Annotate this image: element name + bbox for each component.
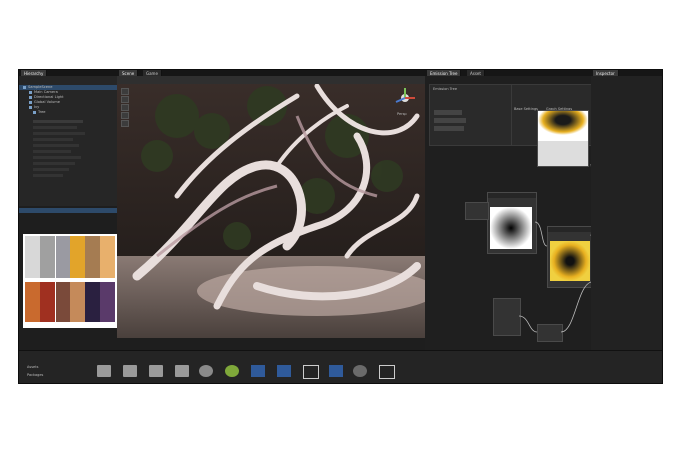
hierarchy-item[interactable]: Tree [33, 110, 46, 115]
rotate-tool-button[interactable] [121, 104, 129, 111]
gameobject-icon [29, 90, 32, 94]
packages-folder[interactable]: Packages [27, 373, 43, 377]
hierarchy-item-label: Ivy [34, 105, 40, 109]
hierarchy-item[interactable] [33, 144, 79, 147]
swatch[interactable] [40, 282, 55, 322]
swatch[interactable] [70, 282, 85, 322]
swatch[interactable] [85, 236, 100, 278]
shader-icon[interactable] [251, 365, 265, 377]
selected-row [19, 208, 117, 213]
hierarchy-item[interactable] [33, 126, 77, 129]
hierarchy-item[interactable] [33, 168, 69, 171]
material-icon[interactable] [353, 365, 367, 377]
scene-toolbar [117, 76, 425, 84]
hierarchy-item[interactable] [33, 156, 81, 159]
prefab-icon[interactable] [379, 365, 395, 379]
gameobject-icon [29, 95, 32, 99]
color-palette [23, 234, 117, 328]
hierarchy-item[interactable] [33, 138, 73, 141]
hierarchy-item-label: Global Volume [34, 100, 60, 104]
swatch[interactable] [85, 282, 100, 322]
swatch[interactable] [40, 236, 55, 278]
hierarchy-item[interactable] [33, 162, 75, 165]
hierarchy-item[interactable] [33, 132, 85, 135]
material-icon[interactable] [199, 365, 213, 377]
scene-gizmo-icon[interactable] [393, 86, 417, 110]
inspector-panel [591, 76, 662, 383]
gameobject-icon [29, 105, 32, 109]
folder-icon[interactable] [123, 365, 137, 377]
node-connections [518, 164, 591, 333]
folder-icon[interactable] [149, 365, 163, 377]
prefab-icon[interactable] [303, 365, 319, 379]
editor-window: Hierarchy Scene Game Emission Tree Asset… [18, 69, 663, 384]
persp-label[interactable]: Persp [397, 112, 407, 116]
project-panel: Assets Packages [19, 350, 662, 383]
swatch[interactable] [25, 282, 40, 322]
assets-folder[interactable]: Assets [27, 365, 38, 369]
hierarchy-item[interactable] [33, 174, 63, 177]
swatch[interactable] [56, 282, 70, 322]
gameobject-icon [33, 110, 36, 114]
swatch[interactable] [100, 282, 115, 322]
scene-render [117, 76, 425, 338]
gameobject-icon [29, 100, 32, 104]
shader-icon[interactable] [277, 365, 291, 377]
hierarchy-item-label: SampleScene [28, 85, 53, 89]
hand-tool-button[interactable] [121, 88, 129, 95]
scene-view[interactable] [117, 76, 425, 338]
swatch[interactable] [56, 236, 70, 278]
hierarchy-item[interactable] [33, 120, 83, 123]
hierarchy-item[interactable] [33, 150, 71, 153]
material-icon[interactable] [225, 365, 239, 377]
shader-graph-panel: Emission Tree Base Settings Graph Settin… [425, 76, 593, 356]
hierarchy-panel: SampleScene Main Camera Directional Ligh… [19, 76, 117, 213]
swatch[interactable] [25, 236, 40, 278]
folder-icon[interactable] [97, 365, 111, 377]
rect-tool-button[interactable] [121, 120, 129, 127]
hierarchy-item-label: Tree [38, 110, 46, 114]
folder-icon[interactable] [175, 365, 189, 377]
hierarchy-item-label: Directional Light [34, 95, 64, 99]
shader-icon[interactable] [329, 365, 343, 377]
gameobject-icon [23, 85, 26, 89]
swatch[interactable] [70, 236, 85, 278]
move-tool-button[interactable] [121, 96, 129, 103]
hierarchy-item-label: Main Camera [34, 90, 58, 94]
scale-tool-button[interactable] [121, 112, 129, 119]
swatch[interactable] [100, 236, 115, 278]
